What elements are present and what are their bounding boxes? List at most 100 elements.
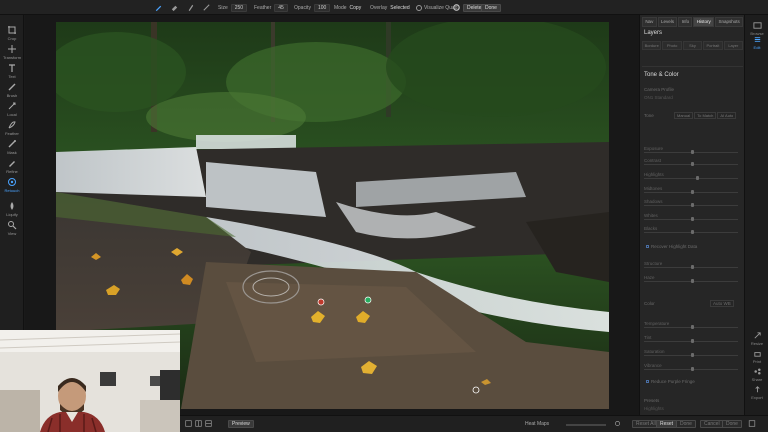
slider-knob[interactable] — [691, 150, 694, 154]
module-export[interactable]: Export — [745, 385, 768, 400]
compare-icon[interactable] — [185, 420, 192, 427]
slider-knob[interactable] — [691, 230, 694, 234]
auto-wb-button[interactable]: Auto WB — [710, 300, 734, 307]
slider-knob[interactable] — [691, 265, 694, 269]
brush-size-control[interactable]: Size 250 — [218, 2, 248, 13]
reduce-purple-fringe-checkbox[interactable]: Reduce Purple Fringe — [646, 379, 695, 384]
done-final-button[interactable]: Done — [722, 420, 742, 428]
manual-button[interactable]: Manual — [674, 112, 694, 119]
feather-icon — [8, 121, 16, 129]
slider-knob[interactable] — [696, 176, 699, 180]
heat-maps-slider[interactable] — [566, 424, 606, 426]
tool-mask[interactable]: Mask — [0, 139, 24, 157]
tool-feather[interactable]: Feather — [0, 120, 24, 138]
tool-label: Transform — [2, 55, 22, 60]
eraser-icon[interactable] — [170, 3, 179, 12]
whites-slider[interactable]: Whites — [644, 213, 740, 221]
tab-history[interactable]: History — [693, 17, 715, 27]
done-button[interactable]: Done — [481, 3, 501, 12]
tool-transform[interactable]: Transform — [0, 44, 24, 62]
tab-info[interactable]: Info — [678, 17, 693, 27]
done-bottom-button[interactable]: Done — [676, 420, 696, 428]
mode-label: Mode — [334, 4, 347, 11]
tool-refine[interactable]: Refine — [0, 158, 24, 176]
tool-local[interactable]: Local — [0, 101, 24, 119]
tab-levels[interactable]: Levels — [657, 17, 678, 27]
cancel-button[interactable]: Cancel — [700, 420, 724, 428]
tool-text[interactable]: Text — [0, 63, 24, 81]
camera-profile-select[interactable]: ON1 Standard — [644, 95, 673, 100]
module-edit[interactable]: Edit — [745, 35, 768, 50]
preview-button[interactable]: Preview — [228, 420, 254, 428]
slider-label: Shadows — [644, 199, 663, 204]
mode-select[interactable]: Copy — [350, 5, 362, 11]
layer-tab[interactable]: Portrait — [703, 41, 723, 50]
layer-tab[interactable]: Photo — [662, 41, 682, 50]
edit-icon — [754, 37, 760, 42]
layer-tab[interactable]: Bordure — [642, 41, 662, 50]
slider-knob[interactable] — [691, 339, 694, 343]
size-label: Size — [218, 4, 228, 11]
panel-toggle-icon[interactable] — [748, 420, 756, 427]
temperature-slider[interactable]: Temperature — [644, 321, 740, 329]
ai-auto-button[interactable]: AI Auto — [717, 112, 737, 119]
wand-icon[interactable] — [202, 3, 211, 12]
module-browse[interactable]: Browse — [745, 21, 768, 36]
contrast-slider[interactable]: Contrast — [644, 158, 740, 166]
slider-knob[interactable] — [691, 367, 694, 371]
pen-icon[interactable] — [186, 3, 195, 12]
tool-brush[interactable]: Brush — [0, 82, 24, 100]
panel-tabs: Nav Levels Info History Snapshots — [642, 17, 744, 27]
slider-label: Whites — [644, 213, 658, 218]
tool-label: View — [7, 231, 17, 236]
split-view-icon[interactable] — [195, 420, 202, 427]
slider-knob[interactable] — [691, 217, 694, 221]
slider-knob[interactable] — [691, 203, 694, 207]
recover-highlight-checkbox[interactable]: Recover Highlight Data — [646, 244, 697, 249]
settings-icon[interactable] — [614, 420, 621, 427]
slider-knob[interactable] — [691, 279, 694, 283]
feather-control[interactable]: Feather 45 — [254, 2, 288, 13]
exposure-slider[interactable]: Exposure — [644, 146, 740, 154]
structure-slider[interactable]: Structure — [644, 261, 740, 269]
midtones-slider[interactable]: Midtones — [644, 186, 740, 194]
feather-field[interactable]: 45 — [274, 3, 288, 12]
tool-crop[interactable]: Crop — [0, 25, 24, 43]
tone-color-title[interactable]: Tone & Color — [644, 72, 679, 78]
slider-knob[interactable] — [691, 162, 694, 166]
tint-slider[interactable]: Tint — [644, 335, 740, 343]
layer-tab[interactable]: Sky — [682, 41, 703, 50]
saturation-slider[interactable]: Saturation — [644, 349, 740, 357]
checkbox-icon[interactable] — [646, 245, 649, 248]
opacity-control[interactable]: Opacity 100 — [294, 2, 331, 13]
opacity-field[interactable]: 100 — [313, 3, 331, 12]
gear-icon[interactable] — [452, 3, 461, 12]
reset-button[interactable]: Reset — [656, 420, 678, 428]
tool-retouch[interactable]: Retouch — [0, 177, 24, 195]
module-resize[interactable]: Resize — [745, 331, 768, 346]
tool-liquify[interactable]: Liquify — [0, 201, 24, 219]
size-field[interactable]: 250 — [230, 3, 248, 12]
layer-tab[interactable]: Layer — [723, 41, 744, 50]
checkbox-icon[interactable] — [416, 4, 422, 11]
mode-control[interactable]: Mode Copy — [334, 2, 361, 13]
highlights-slider[interactable]: Highlights — [644, 172, 740, 180]
checkbox-icon[interactable] — [646, 380, 649, 383]
tab-snapshots[interactable]: Snapshots — [715, 17, 744, 27]
to-match-button[interactable]: To Match — [694, 112, 717, 119]
module-print[interactable]: Print — [745, 349, 768, 364]
module-share[interactable]: Share — [745, 367, 768, 382]
view-mode-icon[interactable] — [205, 420, 212, 427]
tab-nav[interactable]: Nav — [642, 17, 657, 27]
overlay-select[interactable]: Selected — [390, 5, 409, 11]
slider-knob[interactable] — [691, 325, 694, 329]
slider-knob[interactable] — [691, 190, 694, 194]
slider-knob[interactable] — [691, 353, 694, 357]
brush-tool-icon[interactable] — [154, 3, 163, 12]
blacks-slider[interactable]: Blacks — [644, 226, 740, 234]
vibrance-slider[interactable]: Vibrance — [644, 363, 740, 371]
shadows-slider[interactable]: Shadows — [644, 199, 740, 207]
overlay-control[interactable]: Overlay Selected — [370, 2, 410, 13]
tool-view[interactable]: View — [0, 220, 24, 238]
haze-slider[interactable]: Haze — [644, 275, 740, 283]
